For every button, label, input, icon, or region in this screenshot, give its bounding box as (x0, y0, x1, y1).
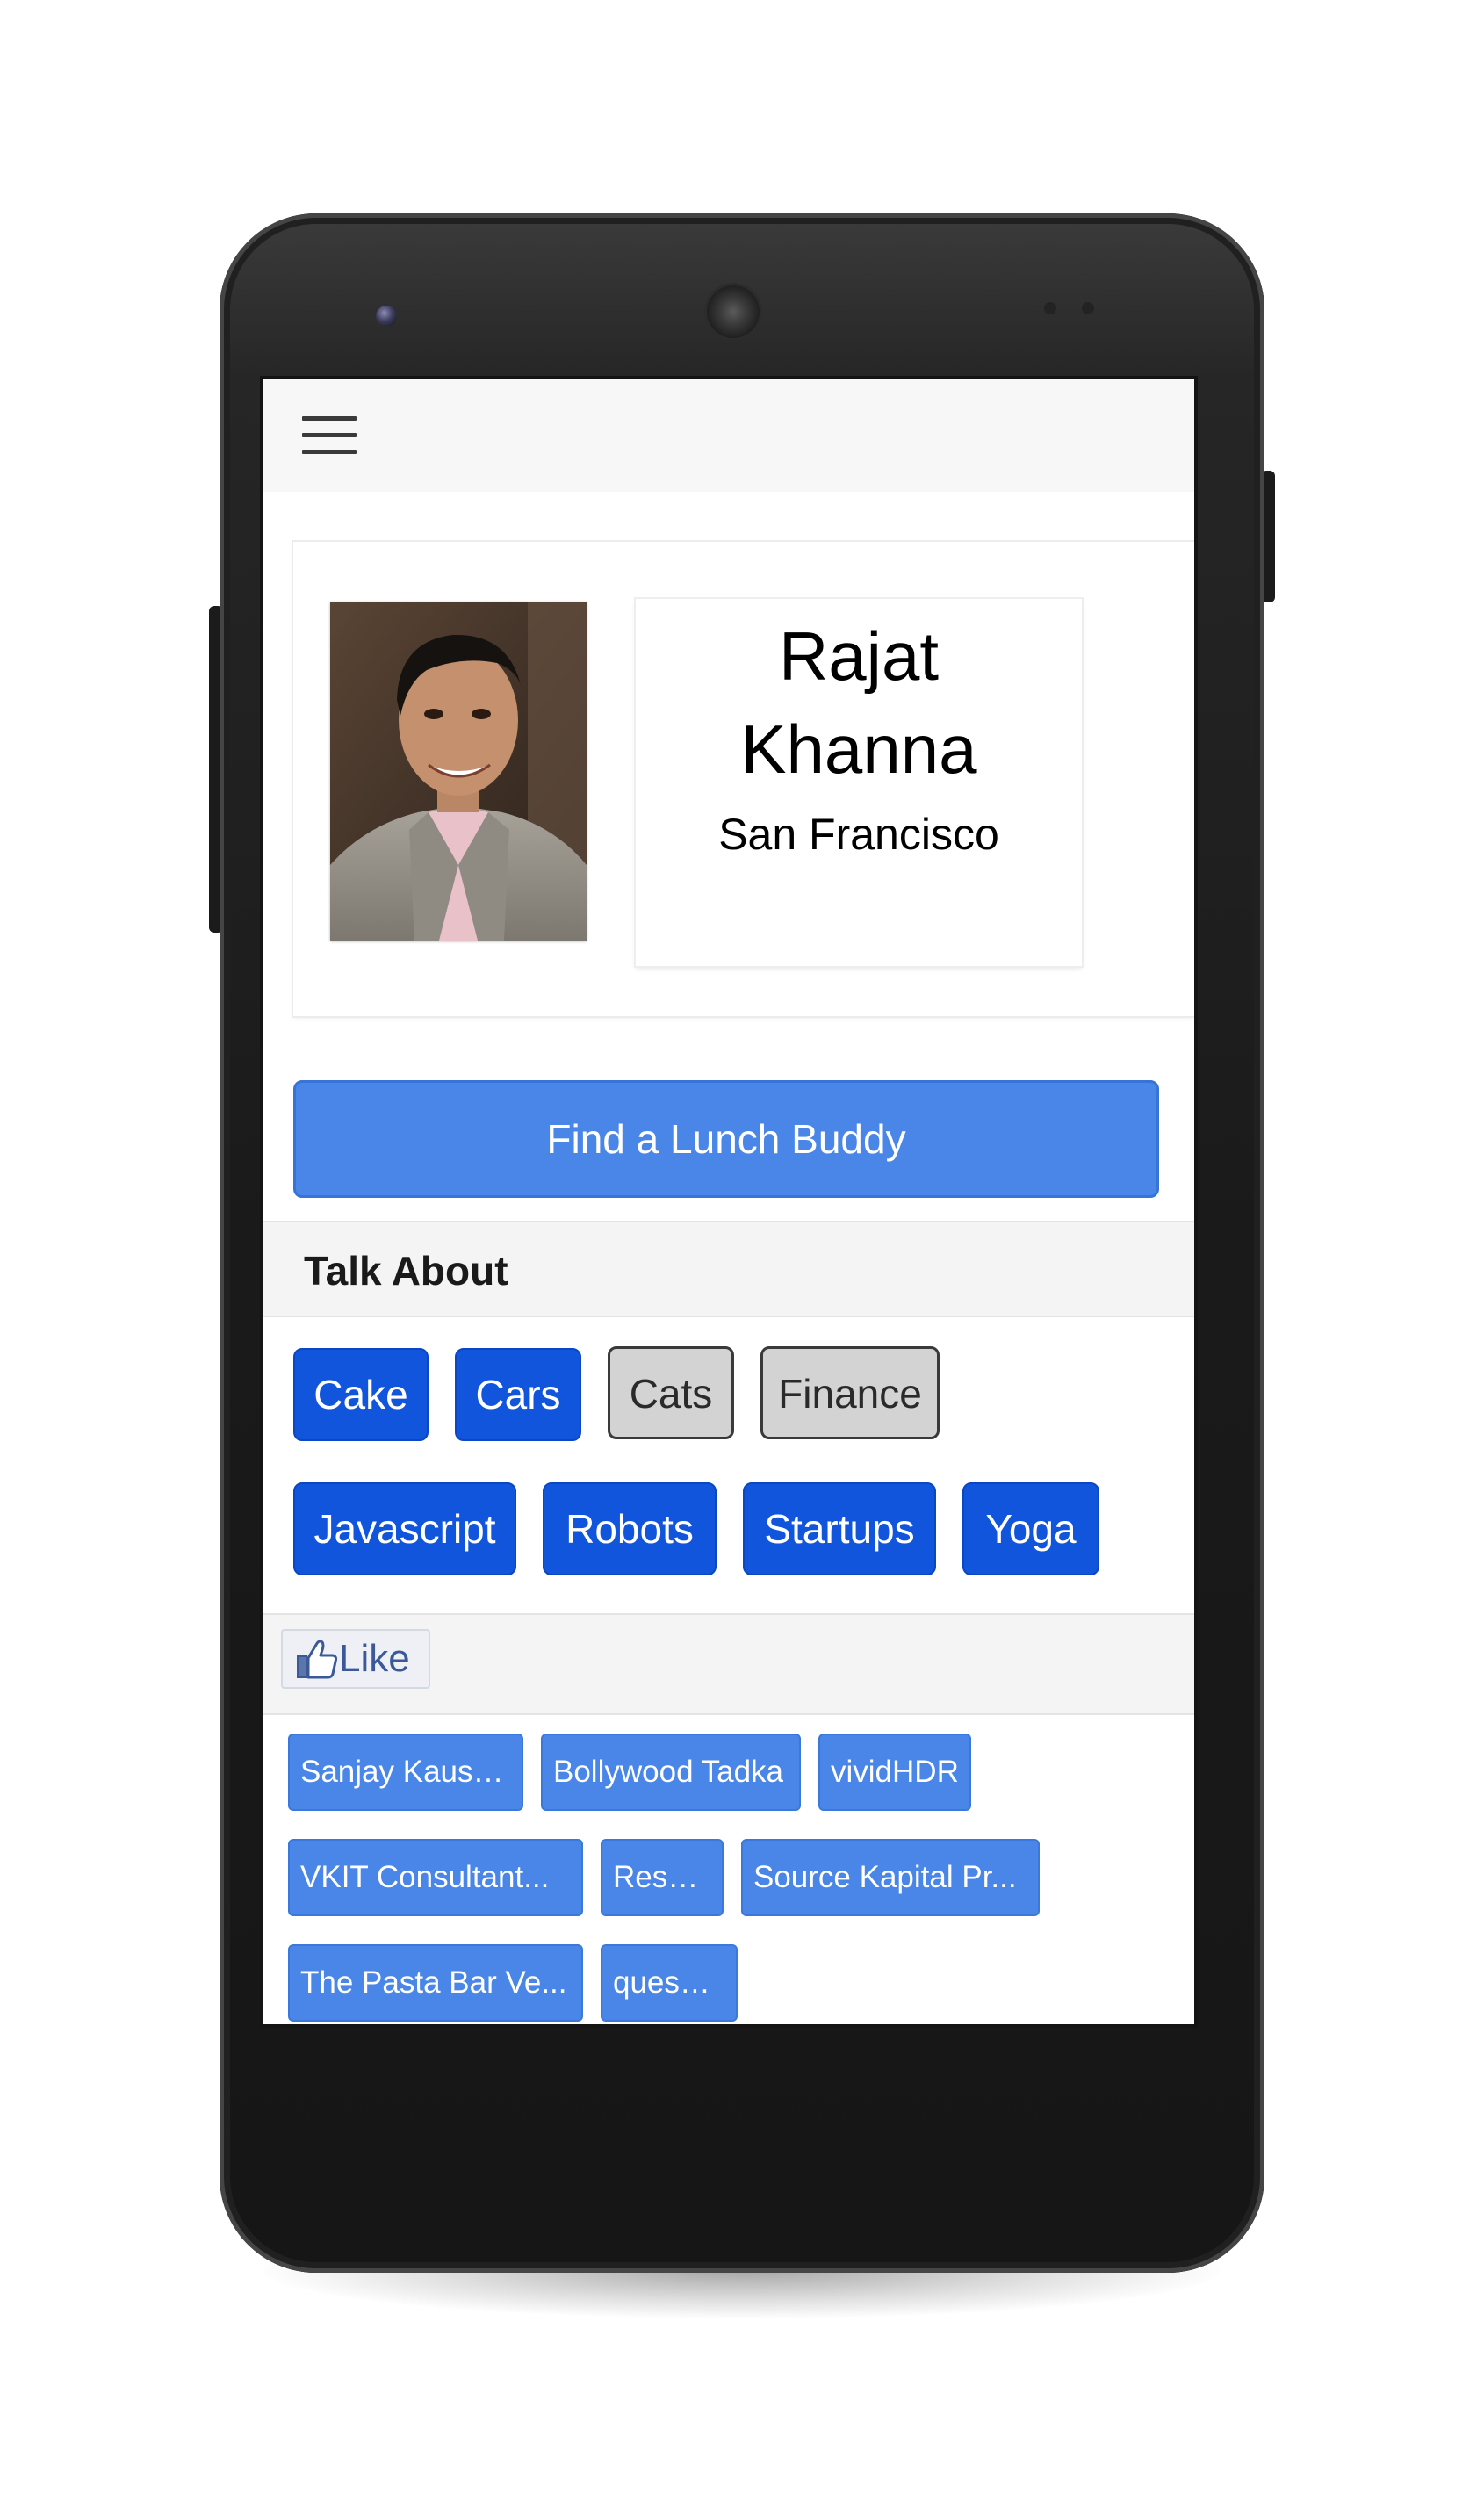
tag-cats[interactable]: Cats (608, 1346, 734, 1439)
tag-startups[interactable]: Startups (743, 1482, 936, 1575)
liked-page-chip[interactable]: queskey (601, 1944, 738, 2022)
proximity-sensor (1044, 302, 1056, 314)
light-sensor (1082, 302, 1094, 314)
tag-robots[interactable]: Robots (543, 1482, 717, 1575)
liked-page-chip[interactable]: Resaiki (601, 1839, 724, 1916)
thumbs-up-icon (297, 1640, 338, 1679)
likes-header: Like (263, 1613, 1194, 1715)
profile-photo-image (330, 602, 587, 941)
front-camera-icon (376, 306, 397, 327)
like-label: Like (339, 1637, 410, 1680)
app-bar (263, 379, 1194, 492)
profile-last-name: Khanna (740, 710, 977, 788)
tag-finance[interactable]: Finance (760, 1346, 940, 1439)
liked-page-chip[interactable]: vividHDR (818, 1734, 971, 1811)
liked-page-chip[interactable]: The Pasta Bar Ve... (288, 1944, 583, 2022)
profile-first-name: Rajat (778, 617, 940, 695)
app-screen: Rajat Khanna San Francisco Find a Lunch … (263, 379, 1194, 2024)
liked-page-chip[interactable]: VKIT Consultant... (288, 1839, 583, 1916)
tag-yoga[interactable]: Yoga (962, 1482, 1099, 1575)
tag-javascript[interactable]: Javascript (293, 1482, 516, 1575)
profile-city: San Francisco (718, 810, 999, 859)
profile-photo (330, 602, 587, 941)
liked-page-chip[interactable]: Sanjay Kaushik (288, 1734, 523, 1811)
hamburger-menu-icon[interactable] (302, 416, 357, 455)
earpiece-speaker-icon (707, 285, 760, 338)
like-button[interactable]: Like (281, 1629, 430, 1689)
talk-about-title: Talk About (304, 1248, 508, 1294)
tag-cake[interactable]: Cake (293, 1348, 429, 1441)
find-lunch-buddy-button[interactable]: Find a Lunch Buddy (293, 1080, 1159, 1198)
name-card: Rajat Khanna San Francisco (636, 599, 1082, 966)
tag-cars[interactable]: Cars (455, 1348, 581, 1441)
liked-page-chip[interactable]: Bollywood Tadka (541, 1734, 801, 1811)
talk-about-header: Talk About (263, 1221, 1194, 1317)
liked-page-chip[interactable]: Source Kapital Pr... (741, 1839, 1040, 1916)
